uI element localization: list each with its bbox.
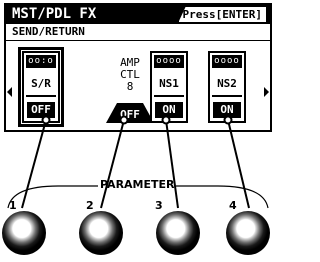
parameter-knob-1[interactable] (2, 211, 46, 255)
knob-number: 1 (9, 199, 17, 212)
parameter-label: PARAMETER (100, 178, 175, 191)
knob-number: 3 (155, 199, 163, 212)
parameter-knob-3[interactable] (156, 211, 200, 255)
parameter-knob-4[interactable] (226, 211, 270, 255)
knob-number: 4 (229, 199, 237, 212)
parameter-knob-2[interactable] (79, 211, 123, 255)
knob-number: 2 (86, 199, 94, 212)
